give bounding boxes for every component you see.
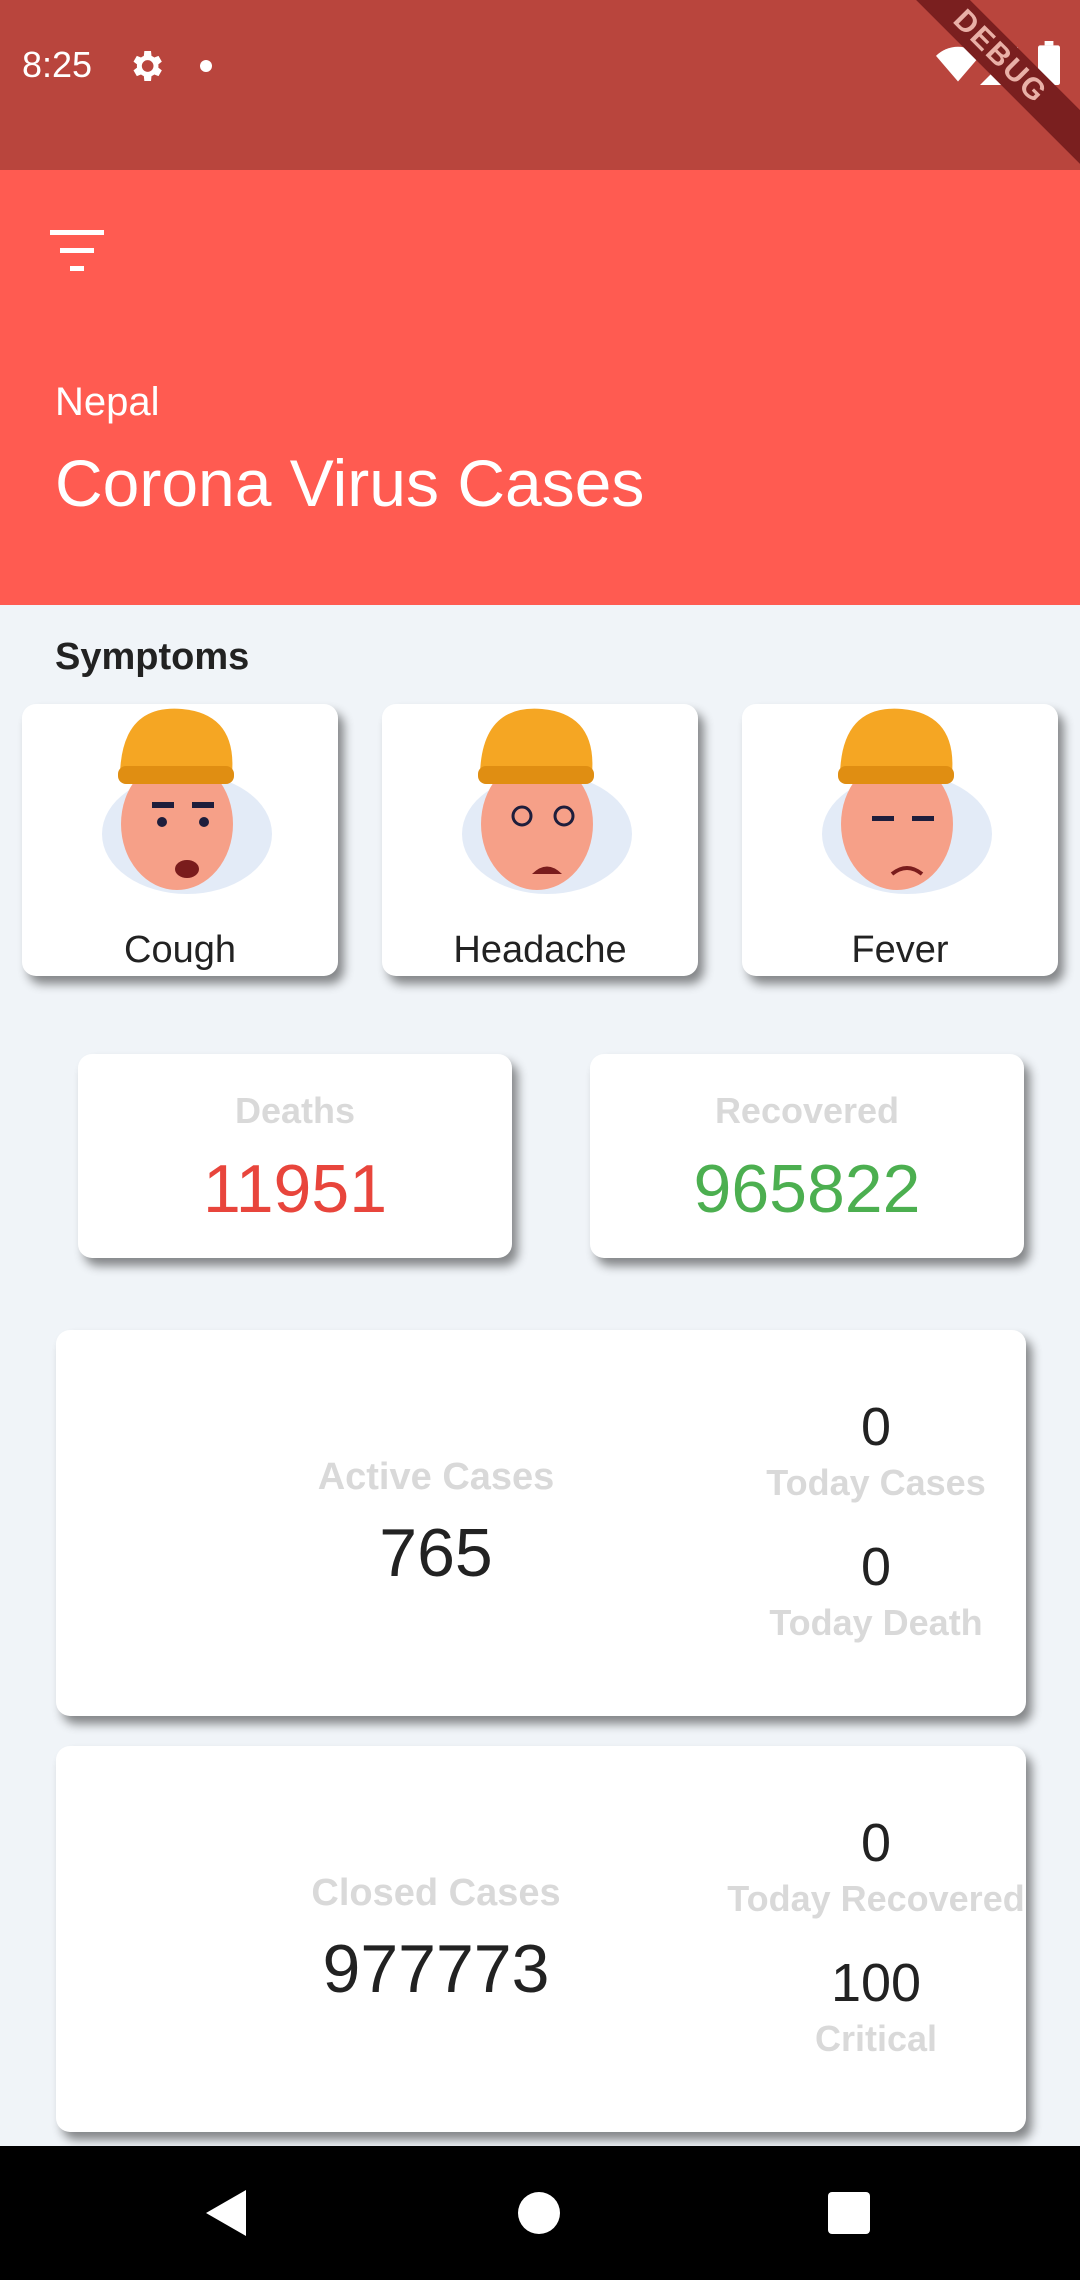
deaths-value: 11951	[202, 1151, 388, 1227]
fever-face-icon	[822, 708, 992, 894]
symptom-label: Headache	[453, 929, 627, 971]
critical-label: Critical	[814, 2018, 938, 2059]
recent-apps-icon[interactable]	[828, 2192, 870, 2234]
today-death-value: 0	[860, 1537, 892, 1597]
deaths-label: Deaths	[234, 1090, 356, 1131]
header: Nepal Corona Virus Cases	[0, 170, 1080, 605]
symptom-card-fever[interactable]: Fever	[742, 704, 1058, 976]
gear-icon	[133, 51, 162, 81]
today-cases-value: 0	[860, 1397, 892, 1457]
closed-cases-label: Closed Cases	[311, 1872, 561, 1914]
debug-banner: DEBUG	[880, 0, 1080, 177]
deaths-card: Deaths 11951	[78, 1054, 512, 1258]
headache-face-icon	[462, 708, 632, 894]
today-recovered-value: 0	[860, 1813, 892, 1873]
notification-dot-icon	[200, 60, 212, 72]
today-recovered-label: Today Recovered	[727, 1878, 1025, 1919]
closed-cases-value: 977773	[322, 1931, 550, 2007]
page-title: Corona Virus Cases	[55, 446, 645, 520]
symptom-card-cough[interactable]: Cough	[22, 704, 338, 976]
recovered-label: Recovered	[714, 1090, 900, 1131]
header-subtitle: Nepal	[55, 380, 160, 424]
critical-value: 100	[830, 1953, 922, 2013]
symptom-card-headache[interactable]: Headache	[382, 704, 698, 976]
symptoms-title: Symptoms	[55, 636, 250, 678]
active-cases-label: Active Cases	[317, 1456, 555, 1498]
cough-face-icon	[102, 708, 272, 894]
today-death-label: Today Death	[769, 1602, 983, 1643]
active-cases-value: 765	[379, 1515, 493, 1591]
status-bar: 8:25 DEBUG	[0, 0, 1080, 177]
active-cases-card: Active Cases 765 0 Today Cases 0 Today D…	[56, 1330, 1026, 1716]
symptom-label: Fever	[851, 929, 949, 971]
home-icon[interactable]	[518, 2192, 560, 2234]
filter-menu-icon[interactable]	[50, 230, 104, 276]
navigation-bar	[0, 2146, 1080, 2280]
back-icon[interactable]	[206, 2190, 246, 2236]
closed-cases-card: Closed Cases 977773 0 Today Recovered 10…	[56, 1746, 1026, 2132]
recovered-card: Recovered 965822	[590, 1054, 1024, 1258]
symptom-label: Cough	[124, 929, 236, 971]
status-time: 8:25	[22, 44, 93, 85]
today-cases-label: Today Cases	[766, 1462, 986, 1503]
recovered-value: 965822	[693, 1151, 921, 1227]
